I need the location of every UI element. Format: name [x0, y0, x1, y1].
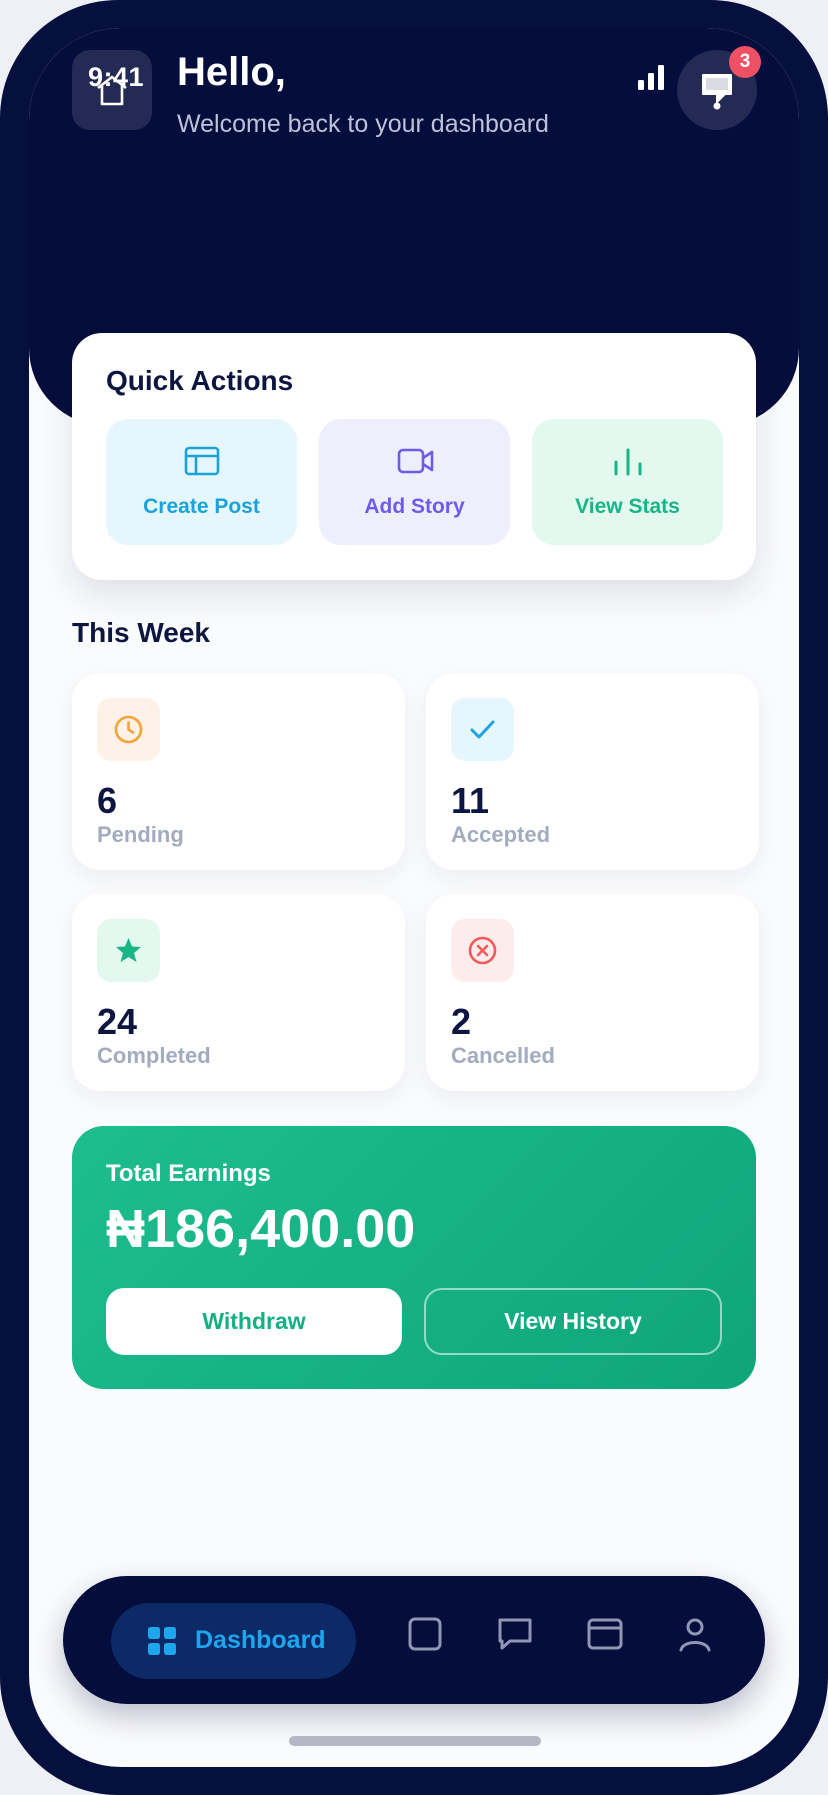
this-week-title: This Week	[72, 617, 210, 648]
stat-label: Pending	[97, 822, 184, 847]
phone-frame: 9:41 Hello, Welcome back to your dashboa…	[0, 0, 828, 1795]
user-icon[interactable]	[675, 1614, 715, 1654]
nav-item-dashboard[interactable]: Dashboard	[111, 1603, 356, 1679]
check-icon	[451, 698, 514, 761]
create-post-button[interactable]: Create Post	[106, 419, 297, 545]
home-indicator	[289, 1736, 541, 1746]
greeting-subtitle: Welcome back to your dashboard	[177, 110, 549, 138]
notification-badge: 3	[729, 46, 761, 78]
add-story-label: Add Story	[364, 495, 465, 518]
stat-label: Accepted	[451, 822, 551, 847]
stat-card-cancelled[interactable]: 2 Cancelled	[426, 894, 759, 1091]
create-post-label: Create Post	[143, 495, 260, 518]
stat-card-completed[interactable]: 24 Completed	[72, 894, 405, 1091]
stat-card-pending[interactable]: 6 Pending	[72, 673, 405, 870]
status-time: 9:41	[88, 62, 145, 92]
square-icon[interactable]	[405, 1614, 445, 1654]
signal-icon	[638, 65, 664, 90]
stat-value: 24	[97, 1001, 138, 1042]
dashboard-icon	[148, 1627, 176, 1655]
stat-value: 2	[451, 1001, 472, 1042]
screen: 9:41 Hello, Welcome back to your dashboa…	[29, 28, 799, 1767]
stat-label: Completed	[97, 1043, 211, 1068]
chat-icon[interactable]	[495, 1614, 535, 1654]
stat-label: Cancelled	[451, 1043, 555, 1068]
quick-actions-title: Quick Actions	[106, 365, 294, 396]
view-stats-button[interactable]: View Stats	[532, 419, 723, 545]
clock-icon	[97, 698, 160, 761]
earnings-title: Total Earnings	[106, 1160, 271, 1187]
earnings-amount: ₦186,400.00	[106, 1199, 416, 1259]
stat-value: 11	[451, 780, 490, 821]
video-icon	[397, 448, 434, 474]
bar-chart-icon	[614, 448, 642, 476]
layout-icon	[184, 446, 220, 476]
view-stats-label: View Stats	[575, 495, 680, 518]
bottom-nav: Dashboard	[63, 1576, 765, 1704]
x-circle-icon	[451, 919, 514, 982]
add-story-button[interactable]: Add Story	[319, 419, 510, 545]
greeting-title: Hello,	[177, 50, 286, 95]
greeting-text: Hello,	[177, 50, 286, 94]
star-icon	[97, 919, 160, 982]
stat-card-accepted[interactable]: 11 Accepted	[426, 673, 759, 870]
view-history-button[interactable]: View History	[424, 1288, 722, 1355]
quick-actions-card: Quick Actions Create Post Add Story View…	[72, 333, 756, 580]
nav-dashboard-label: Dashboard	[195, 1626, 326, 1654]
window-icon[interactable]	[585, 1614, 625, 1654]
withdraw-button[interactable]: Withdraw	[106, 1288, 402, 1355]
earnings-card: Total Earnings ₦186,400.00 Withdraw View…	[72, 1126, 756, 1389]
stat-value: 6	[97, 780, 118, 821]
